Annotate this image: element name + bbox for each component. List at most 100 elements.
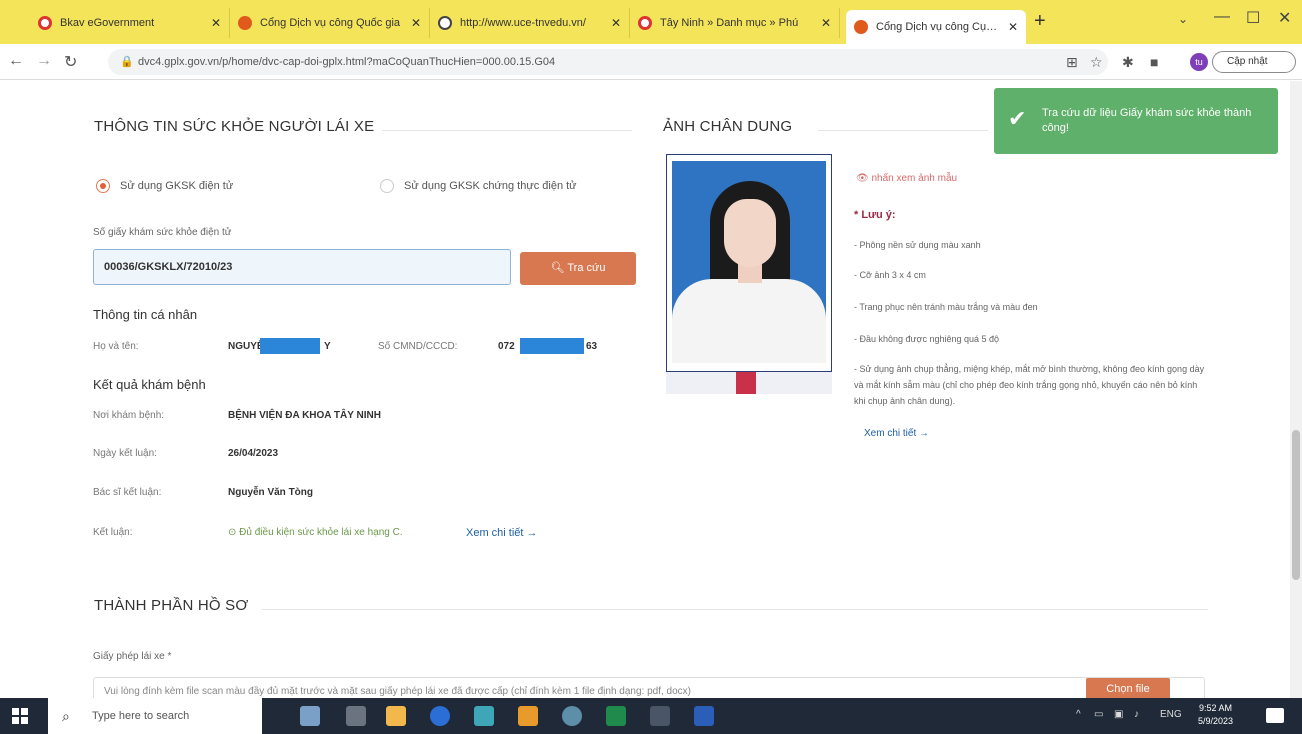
- note-title: * Lưu ý:: [854, 209, 896, 221]
- id-value-start: 072: [498, 341, 515, 352]
- minimize-icon[interactable]: —: [1214, 8, 1230, 26]
- portrait-image: [672, 161, 826, 363]
- portrait-photo[interactable]: [666, 154, 832, 372]
- windows-start-icon[interactable]: [12, 708, 28, 724]
- doctor-label: Bác sĩ kết luận:: [93, 487, 162, 498]
- clock[interactable]: 9:52 AM 5/9/2023: [1198, 702, 1233, 728]
- close-icon[interactable]: ✕: [1008, 20, 1018, 34]
- browser-tab[interactable]: Cổng Dịch vụ công Quốc gia ✕: [230, 8, 430, 38]
- search-icon: 🔍︎: [550, 262, 568, 274]
- url-text: dvc4.gplx.gov.vn/p/home/dvc-cap-doi-gplx…: [138, 56, 556, 68]
- name-value-start: NGUYỄ: [228, 341, 264, 352]
- close-icon[interactable]: ✕: [821, 16, 831, 30]
- install-icon[interactable]: ⊞: [1066, 54, 1078, 71]
- scrollbar[interactable]: [1290, 81, 1302, 698]
- sidepanel-icon[interactable]: ■: [1150, 54, 1158, 70]
- id-value-end: 63: [586, 341, 598, 352]
- personal-info-title: Thông tin cá nhân: [93, 307, 198, 322]
- search-button[interactable]: 🔍︎ Tra cứu: [520, 252, 636, 285]
- browser-tab[interactable]: Bkav eGovernment ✕: [30, 8, 230, 38]
- address-bar[interactable]: 🔒 dvc4.gplx.gov.vn/p/home/dvc-cap-doi-gp…: [108, 49, 1108, 75]
- id-label: Số CMND/CCCD:: [378, 341, 458, 352]
- conclusion-date-value: 26/04/2023: [228, 448, 279, 459]
- browser-tab[interactable]: http://www.uce-tnvedu.vn/ ✕: [430, 8, 630, 38]
- emblem-icon: [638, 16, 652, 30]
- task-view-icon[interactable]: [346, 706, 366, 726]
- reload-icon[interactable]: ↻: [64, 52, 77, 72]
- name-label: Họ và tên:: [93, 341, 139, 352]
- chrome-icon[interactable]: [430, 706, 450, 726]
- radio-checked-icon: [96, 179, 110, 193]
- word-icon[interactable]: [694, 706, 714, 726]
- license-upload-field[interactable]: Vui lòng đính kèm file scan màu đầy đủ m…: [93, 677, 1205, 698]
- avatar[interactable]: tu: [1190, 53, 1208, 71]
- cert-no-input[interactable]: 00036/GKSKLX/72010/23: [93, 249, 511, 285]
- browser-toolbar: ← → ↻ 🔒 dvc4.gplx.gov.vn/p/home/dvc-cap-…: [0, 44, 1302, 80]
- app-icon[interactable]: [518, 706, 538, 726]
- browser-tab[interactable]: Tây Ninh » Danh mục » Phú ✕: [630, 8, 840, 38]
- portrait-detail-link[interactable]: Xem chi tiết →: [864, 428, 929, 439]
- photo-caption-strip: [666, 372, 832, 394]
- forward-icon[interactable]: →: [36, 52, 52, 70]
- notification-icon[interactable]: [1266, 708, 1284, 723]
- taskbar-search[interactable]: ⌕ Type here to search: [48, 698, 262, 734]
- lock-icon: 🔒: [120, 56, 134, 68]
- exam-result-title: Kết quả khám bệnh: [93, 377, 206, 392]
- divider: [382, 130, 632, 131]
- star-icon[interactable]: ☆: [1090, 54, 1103, 71]
- exam-place-value: BỆNH VIỆN ĐA KHOA TÂY NINH: [228, 410, 381, 421]
- divider: [262, 609, 1208, 610]
- new-tab-icon[interactable]: +: [1034, 10, 1046, 33]
- doctor-value: Nguyễn Văn Tòng: [228, 487, 313, 498]
- browser-tab-strip: Bkav eGovernment ✕ Cổng Dịch vụ công Quố…: [0, 0, 1302, 44]
- toast-message: Tra cứu dữ liệu Giấy khám sức khỏe thành…: [1042, 107, 1252, 134]
- close-icon[interactable]: ✕: [211, 16, 221, 30]
- browser-tab-active[interactable]: Cổng Dịch vụ công Cục đườ ✕: [846, 10, 1026, 44]
- dossier-section-title: THÀNH PHẦN HỒ SƠ: [94, 597, 249, 614]
- favicon-icon: [854, 20, 868, 34]
- radio-gksk-electronic[interactable]: Sử dụng GKSK điện tử: [96, 179, 233, 193]
- back-icon[interactable]: ←: [8, 52, 24, 70]
- divider: [818, 130, 988, 131]
- close-window-icon[interactable]: ✕: [1278, 8, 1291, 28]
- volume-icon[interactable]: ♪: [1134, 709, 1139, 720]
- app-icon[interactable]: [562, 706, 582, 726]
- maximize-icon[interactable]: ☐: [1246, 8, 1260, 28]
- cert-no-label: Số giấy khám sức khỏe điện tử: [93, 227, 232, 238]
- redaction-block: [260, 338, 320, 354]
- portrait-section-title: ẢNH CHÂN DUNG: [663, 118, 793, 135]
- license-label: Giấy phép lái xe *: [93, 651, 172, 662]
- chevron-down-icon[interactable]: ⌄: [1178, 12, 1188, 26]
- choose-file-button[interactable]: Chọn file: [1086, 678, 1170, 698]
- exam-detail-link[interactable]: Xem chi tiết →: [466, 527, 538, 539]
- battery-icon[interactable]: ▭: [1094, 709, 1103, 720]
- excel-icon[interactable]: [606, 706, 626, 726]
- network-icon[interactable]: ▣: [1114, 709, 1123, 720]
- favicon-icon: [238, 16, 252, 30]
- close-icon[interactable]: ✕: [611, 16, 621, 30]
- exam-place-label: Nơi khám bệnh:: [93, 410, 165, 421]
- app-icon[interactable]: [474, 706, 494, 726]
- view-sample-link[interactable]: 👁 nhấn xem ảnh mẫu: [856, 173, 957, 184]
- app-icon[interactable]: [650, 706, 670, 726]
- page-content: THÔNG TIN SỨC KHỎE NGƯỜI LÁI XE Sử dụng …: [0, 81, 1302, 698]
- shield-icon: [38, 16, 52, 30]
- chevron-up-icon[interactable]: ^: [1076, 709, 1081, 720]
- redaction-block: [520, 338, 584, 354]
- note-item: - Cỡ ảnh 3 x 4 cm: [854, 270, 926, 280]
- health-section-title: THÔNG TIN SỨC KHỎE NGƯỜI LÁI XE: [94, 118, 375, 135]
- people-app-icon[interactable]: [300, 706, 320, 726]
- update-button[interactable]: Cập nhật: [1212, 51, 1296, 73]
- language-indicator[interactable]: ENG: [1160, 709, 1182, 720]
- name-value-end: Y: [324, 341, 331, 352]
- radio-gksk-certified[interactable]: Sử dụng GKSK chứng thực điện tử: [380, 179, 577, 193]
- note-item: - Đầu không được nghiêng quá 5 độ: [854, 334, 1000, 344]
- scrollbar-thumb[interactable]: [1292, 430, 1300, 580]
- radio-unchecked-icon: [380, 179, 394, 193]
- close-icon[interactable]: ✕: [411, 16, 421, 30]
- success-toast: ✔ Tra cứu dữ liệu Giấy khám sức khỏe thà…: [994, 88, 1278, 154]
- extensions-icon[interactable]: ✱: [1122, 54, 1134, 71]
- check-icon: ✔: [1008, 106, 1027, 131]
- note-item: - Trang phục nên tránh màu trắng và màu …: [854, 302, 1038, 312]
- file-explorer-icon[interactable]: [386, 706, 406, 726]
